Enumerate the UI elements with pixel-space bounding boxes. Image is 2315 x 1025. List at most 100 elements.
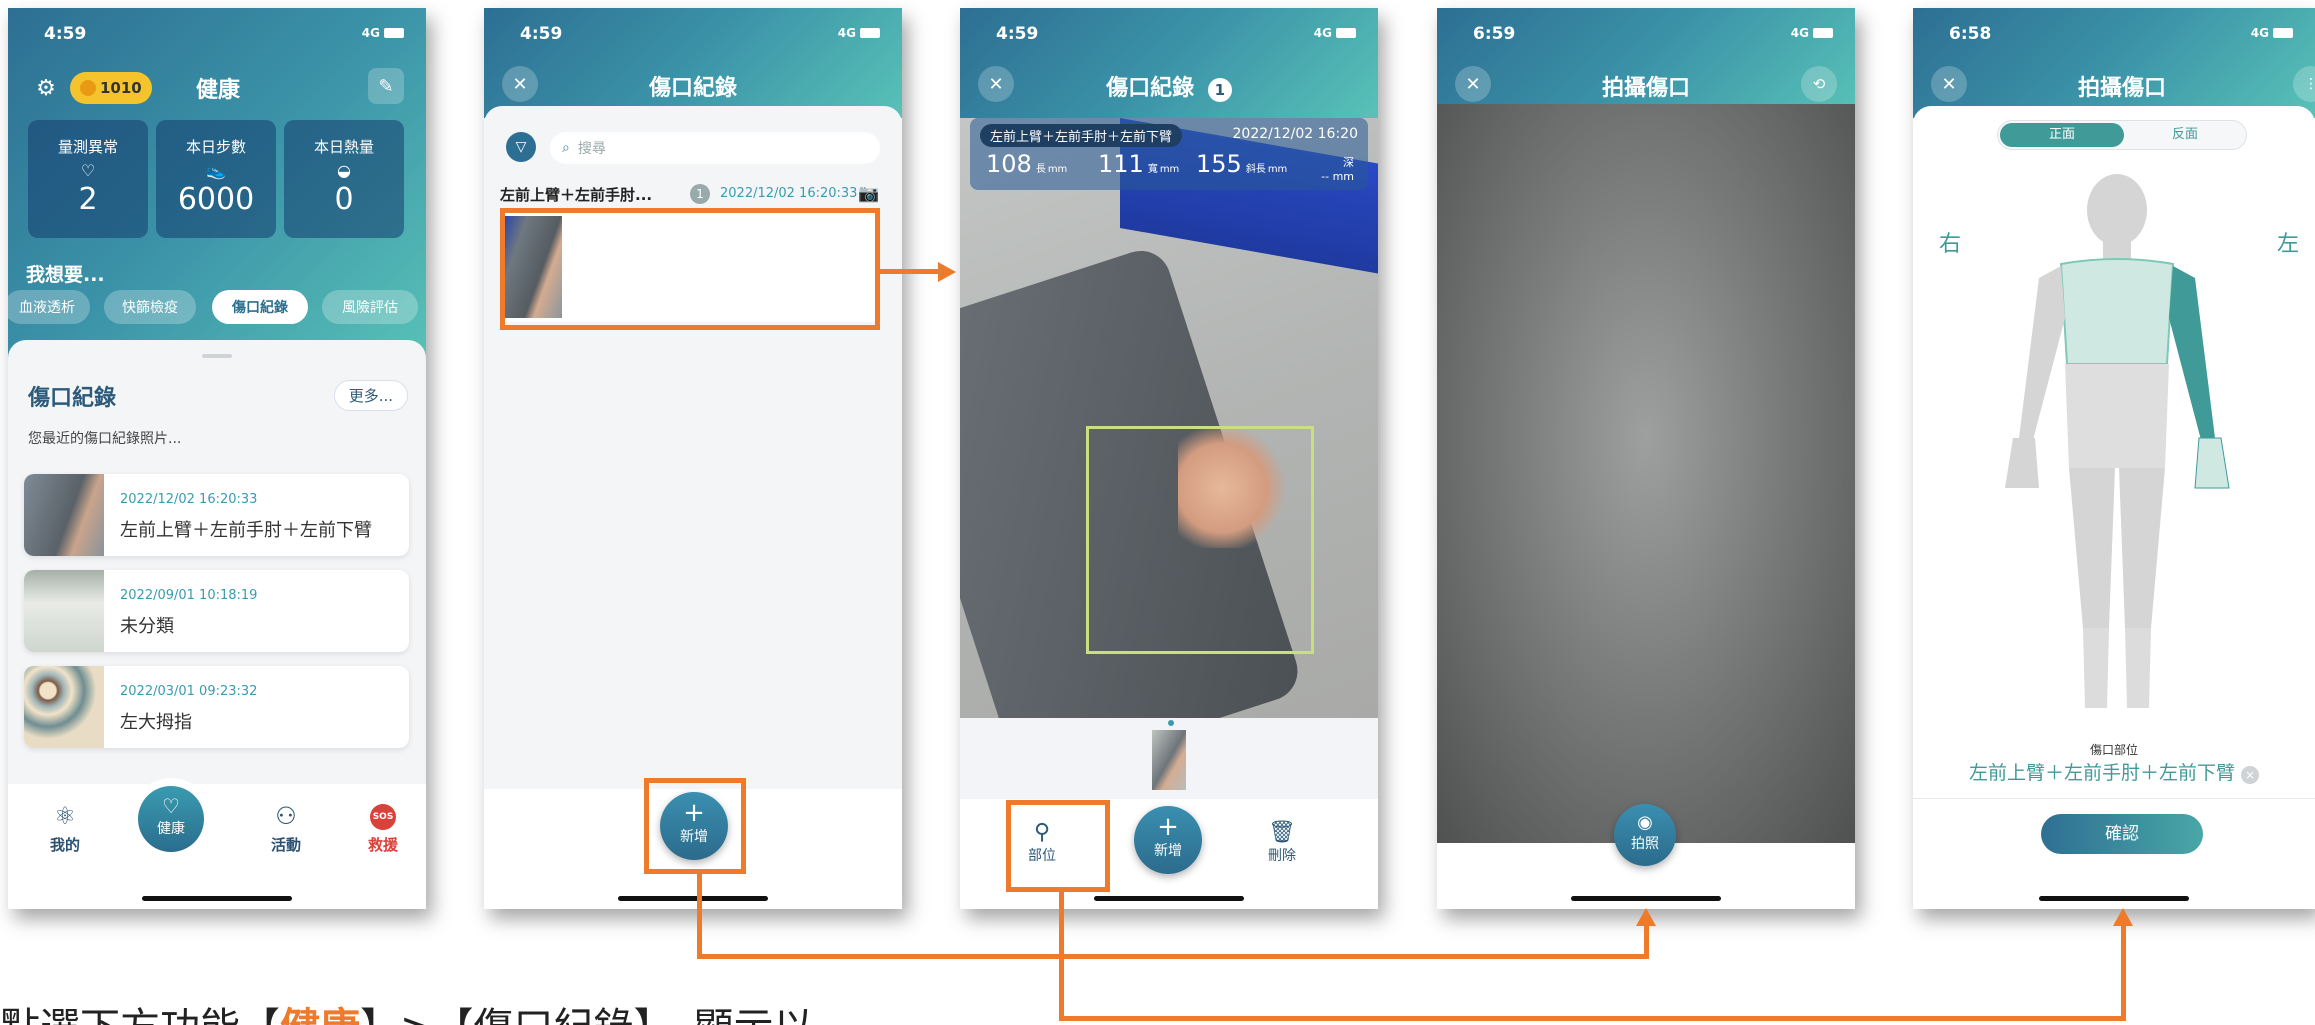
wound-photo[interactable] — [960, 118, 1378, 783]
measure-box[interactable] — [1086, 426, 1314, 654]
network-type: 4G — [837, 26, 856, 40]
chip-rapid-test[interactable]: 快篩檢疫 — [104, 290, 196, 324]
home-indicator — [618, 896, 768, 901]
body-left-leg[interactable] — [2119, 468, 2165, 628]
stat-label: 本日步數 — [185, 138, 246, 156]
list-item[interactable]: 2022/12/02 16:20:33 左前上臂＋左前手肘＋左前下臂 — [24, 474, 409, 556]
stat-card-abnormal[interactable]: 量測異常 ♡ 2 — [28, 120, 148, 238]
search-input[interactable]: ⌕ 搜尋 — [550, 132, 880, 164]
status-bar: 4:59 4G — [484, 8, 902, 66]
coin-badge[interactable]: 1010 — [70, 72, 152, 104]
chip-dialysis[interactable]: 血液透析 — [8, 290, 90, 324]
battery-icon — [1813, 28, 1833, 38]
recent-label: 您最近的傷口紀錄照片... — [28, 431, 182, 447]
stat-label: 量測異常 — [57, 138, 118, 156]
seg-back[interactable]: 反面 — [2126, 123, 2244, 147]
highlight-box — [644, 778, 746, 874]
tab-health[interactable]: ♡ 健康 — [138, 786, 204, 852]
seg-front[interactable]: 正面 — [2000, 123, 2124, 147]
camera-icon[interactable]: 📷 — [858, 184, 879, 204]
measure-value: 108 — [986, 150, 1032, 178]
caption-pre: 點選下方功能【 — [0, 1005, 280, 1025]
stat-card-steps[interactable]: 本日步數 👟 6000 — [156, 120, 276, 238]
tab-rescue[interactable]: SOS 救援 — [348, 804, 418, 855]
wound-thumbnail — [24, 474, 104, 556]
measure-value: -- — [1321, 170, 1330, 183]
body-chest-left-upper-arm[interactable] — [2059, 258, 2175, 365]
add-label: 新增 — [1154, 843, 1182, 859]
body-left-hand[interactable] — [2194, 437, 2230, 489]
tab-bar: ⚛ 我的 ♡ 健康 ⚇ 活動 SOS 救援 — [8, 778, 426, 909]
body-head[interactable] — [2087, 174, 2147, 246]
status-bar: 6:59 4G — [1437, 8, 1855, 66]
network-type: 4G — [361, 26, 380, 40]
settings-icon[interactable]: ⚙ — [28, 70, 64, 106]
measure-diagonal: 155 斜長 mm — [1196, 150, 1287, 178]
chip-risk-assessment[interactable]: 風險評估 — [322, 290, 418, 324]
record-date: 2022/03/01 09:23:32 — [120, 684, 258, 699]
body-figure — [2005, 174, 2230, 708]
edit-icon[interactable]: ✎ — [368, 68, 404, 104]
phone-wound-list: 4:59 4G ✕ 傷口紀錄 ▽ ⌕ 搜尋 左前上臂＋左前手肘... 1 202… — [484, 8, 902, 909]
want-label: 我想要... — [26, 264, 105, 286]
photo-date: 2022/12/02 16:20 — [1232, 126, 1359, 142]
add-button[interactable]: + 新增 — [1134, 806, 1202, 874]
home-indicator — [2039, 896, 2189, 901]
page-title-wrap: 傷口紀錄 1 — [960, 70, 1378, 102]
home-indicator — [142, 896, 292, 901]
section-title: 傷口紀錄 — [28, 386, 117, 411]
network-type: 4G — [2250, 26, 2269, 40]
caption-post: 】>【傷口紀錄】，顯示以 — [360, 1005, 814, 1025]
side-toggle: 正面 反面 — [1997, 120, 2247, 150]
body-right-arm[interactable] — [2019, 266, 2065, 440]
connector-line — [1644, 924, 1649, 959]
more-button[interactable]: 更多... — [333, 380, 408, 411]
food-icon: ◒ — [337, 161, 351, 180]
shoot-button[interactable]: ◉ 拍照 — [1614, 804, 1676, 866]
body-left-arm-selected[interactable] — [2169, 266, 2215, 440]
drag-handle[interactable] — [202, 354, 232, 358]
caption-highlight: 健康 — [280, 1005, 360, 1025]
body-right-leg[interactable] — [2069, 468, 2115, 628]
connector-line — [880, 269, 940, 274]
measure-unit: mm — [1047, 164, 1068, 175]
coin-count: 1010 — [100, 79, 142, 97]
body-right-hand[interactable] — [2005, 438, 2039, 488]
stat-label: 本日熱量 — [313, 138, 374, 156]
measure-width: 111 寬 mm — [1098, 150, 1179, 178]
body-abdomen[interactable] — [2065, 364, 2169, 468]
instruction-caption: 點選下方功能【健康】>【傷口紀錄】，顯示以 — [0, 995, 814, 1025]
network-type: 4G — [1313, 26, 1332, 40]
arrow-up-icon — [1636, 908, 1656, 926]
part-value: 左前上臂＋左前手肘＋左前下臂 — [1968, 762, 2235, 784]
body-left-foot[interactable] — [2125, 628, 2151, 708]
wound-panel: 傷口紀錄 更多... 您最近的傷口紀錄照片... 2022/12/02 16:2… — [8, 340, 426, 799]
list-item[interactable]: 2022/03/01 09:23:32 左大拇指 — [24, 666, 409, 748]
photo-thumbnail[interactable] — [1152, 730, 1186, 790]
tab-mine[interactable]: ⚛ 我的 — [30, 802, 100, 855]
phone-wound-detail: 4:59 4G ✕ 傷口紀錄 1 左前上臂＋左前手肘＋左前下臂 2022/12/… — [960, 8, 1378, 909]
switch-camera-icon[interactable]: ⟲ — [1801, 66, 1837, 102]
delete-button[interactable]: 🗑 刪除 — [1252, 820, 1312, 865]
measure-unit-label: 斜長 — [1245, 164, 1266, 175]
page-title: 傷口紀錄 — [648, 76, 737, 101]
signal-indicator: 4G — [362, 26, 404, 40]
connector-line — [697, 870, 702, 958]
confirm-button[interactable]: 確認 — [2041, 814, 2203, 854]
filter-icon[interactable]: ▽ — [506, 132, 536, 162]
clear-icon[interactable]: × — [2241, 766, 2260, 784]
heart-pulse-icon: ♡ — [162, 794, 180, 818]
tab-activity[interactable]: ⚇ 活動 — [251, 802, 321, 855]
body-right-foot[interactable] — [2083, 628, 2109, 708]
connector-line — [2121, 924, 2126, 1021]
status-bar: 4:59 4G — [8, 8, 426, 66]
status-time: 6:59 — [1473, 24, 1516, 44]
camera-viewfinder[interactable] — [1437, 104, 1855, 846]
measure-unit-label: 深 — [1343, 156, 1354, 169]
coin-icon — [80, 80, 96, 96]
stat-card-calories[interactable]: 本日熱量 ◒ 0 — [284, 120, 404, 238]
chip-wound-record[interactable]: 傷口紀錄 — [212, 290, 308, 324]
wound-thumbnail — [24, 666, 104, 748]
plus-icon: + — [1157, 812, 1179, 842]
list-item[interactable]: 2022/09/01 10:18:19 未分類 — [24, 570, 409, 652]
